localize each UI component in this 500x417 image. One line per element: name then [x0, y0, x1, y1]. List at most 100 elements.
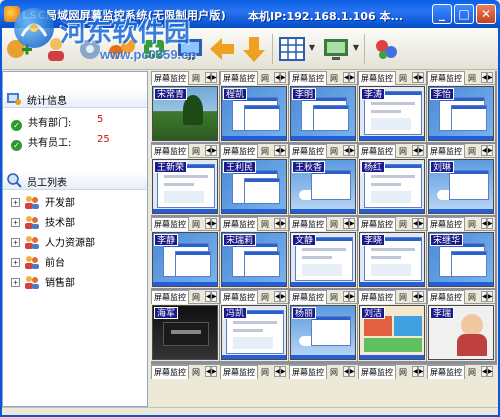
close-button[interactable]: ✕	[476, 4, 496, 24]
tab-screen-monitor[interactable]: 屏幕监控	[289, 365, 327, 379]
screen-thumbnail[interactable]: 程凯	[221, 86, 287, 141]
tab-screen-monitor[interactable]: 屏幕监控	[151, 290, 189, 304]
tree-item-dept[interactable]: + 销售部	[11, 274, 75, 292]
monitor-cell[interactable]: 屏幕监控网 ◀▶ 王利民	[220, 144, 288, 215]
screen-thumbnail[interactable]: 王秋香	[290, 159, 356, 214]
tab-network[interactable]: 网	[468, 366, 476, 379]
tab-screen-monitor[interactable]: 屏幕监控	[289, 290, 327, 304]
tab-scroll-arrows[interactable]: ◀▶	[412, 218, 426, 230]
tab-network[interactable]: 网	[399, 366, 407, 379]
monitor-cell[interactable]: 屏幕监控网 ◀▶ 李晓	[358, 217, 426, 288]
screen-thumbnail[interactable]: 宋瑞莉	[221, 232, 287, 287]
grid-layout-icon[interactable]	[276, 34, 308, 64]
monitor-cell[interactable]: 屏幕监控网 ◀▶ 李涛	[358, 71, 426, 142]
monitor-cell[interactable]: 屏幕监控网 ◀▶ 文静	[289, 217, 357, 288]
expand-icon[interactable]: +	[11, 258, 20, 267]
tab-screen-monitor[interactable]: 屏幕监控	[220, 71, 258, 85]
tab-screen-monitor[interactable]: 屏幕监控	[427, 217, 465, 231]
tab-scroll-arrows[interactable]: ◀▶	[343, 72, 357, 84]
screen-thumbnail[interactable]: 宋继华	[428, 232, 494, 287]
tab-network[interactable]: 网	[192, 145, 200, 158]
tab-scroll-arrows[interactable]: ◀▶	[412, 291, 426, 303]
screen-thumbnail[interactable]: 李明	[290, 86, 356, 141]
tab-screen-monitor[interactable]: 屏幕监控	[151, 71, 189, 85]
screen-thumbnail[interactable]: 宋常青	[152, 86, 218, 141]
tab-network[interactable]: 网	[192, 291, 200, 304]
tools-icon[interactable]	[370, 34, 402, 64]
monitor-cell[interactable]: 屏幕监控网 ◀▶ 杨红	[358, 144, 426, 215]
monitor-cell[interactable]: 屏幕监控网 ◀▶ 李怡	[427, 71, 495, 142]
tab-screen-monitor[interactable]: 屏幕监控	[220, 290, 258, 304]
tab-screen-monitor[interactable]: 屏幕监控	[427, 365, 465, 379]
tab-network[interactable]: 网	[261, 145, 269, 158]
tab-network[interactable]: 网	[192, 72, 200, 85]
tab-screen-monitor[interactable]: 屏幕监控	[151, 144, 189, 158]
display-icon[interactable]	[320, 34, 352, 64]
tab-network[interactable]: 网	[261, 72, 269, 85]
tab-network[interactable]: 网	[468, 218, 476, 231]
left-arrow-icon[interactable]	[206, 34, 238, 64]
tab-scroll-arrows[interactable]: ◀▶	[343, 218, 357, 230]
down-arrow-icon[interactable]	[238, 34, 270, 64]
tab-scroll-arrows[interactable]: ◀▶	[205, 72, 219, 84]
tab-scroll-arrows[interactable]: ◀▶	[412, 72, 426, 84]
tab-scroll-arrows[interactable]: ◀▶	[481, 72, 495, 84]
screen-thumbnail[interactable]: 杨红	[359, 159, 425, 214]
tab-screen-monitor[interactable]: 屏幕监控	[358, 290, 396, 304]
screen-thumbnail[interactable]: 李怡	[428, 86, 494, 141]
screen-thumbnail[interactable]: 李静	[152, 232, 218, 287]
tab-screen-monitor[interactable]: 屏幕监控	[220, 217, 258, 231]
screen-thumbnail[interactable]: 冯凯	[221, 305, 287, 360]
monitor-cell[interactable]: 屏幕监控网 ◀▶ 程凯	[220, 71, 288, 142]
tab-network[interactable]: 网	[192, 218, 200, 231]
tree-item-dept[interactable]: + 开发部	[11, 194, 75, 212]
tab-scroll-arrows[interactable]: ◀▶	[481, 145, 495, 157]
tab-screen-monitor[interactable]: 屏幕监控	[358, 144, 396, 158]
monitor-cell[interactable]: 屏幕监控网 ◀▶ 宋常青	[151, 71, 219, 142]
tab-scroll-arrows[interactable]: ◀▶	[481, 291, 495, 303]
tab-scroll-arrows[interactable]: ◀▶	[205, 366, 219, 378]
screen-thumbnail[interactable]: 王利民	[221, 159, 287, 214]
tab-screen-monitor[interactable]: 屏幕监控	[220, 144, 258, 158]
tab-network[interactable]: 网	[399, 72, 407, 85]
monitor-cell[interactable]: 屏幕监控网 ◀▶ 宋继华	[427, 217, 495, 288]
tab-screen-monitor[interactable]: 屏幕监控	[358, 365, 396, 379]
screen-thumbnail[interactable]: 文静	[290, 232, 356, 287]
monitor-cell[interactable]: 屏幕监控网 ◀▶ 李瑞	[427, 290, 495, 361]
tab-scroll-arrows[interactable]: ◀▶	[481, 366, 495, 378]
expand-icon[interactable]: +	[11, 218, 20, 227]
screen-thumbnail[interactable]: 李晓	[359, 232, 425, 287]
tab-network[interactable]: 网	[399, 145, 407, 158]
tab-screen-monitor[interactable]: 屏幕监控	[151, 217, 189, 231]
tab-scroll-arrows[interactable]: ◀▶	[274, 218, 288, 230]
tab-scroll-arrows[interactable]: ◀▶	[343, 291, 357, 303]
tab-network[interactable]: 网	[468, 291, 476, 304]
screen-thumbnail[interactable]: 李涛	[359, 86, 425, 141]
tree-item-dept[interactable]: + 前台	[11, 254, 65, 272]
tab-network[interactable]: 网	[261, 366, 269, 379]
tab-network[interactable]: 网	[399, 291, 407, 304]
expand-icon[interactable]: +	[11, 278, 20, 287]
tab-scroll-arrows[interactable]: ◀▶	[274, 145, 288, 157]
minimize-button[interactable]: _	[432, 4, 452, 24]
tab-network[interactable]: 网	[399, 218, 407, 231]
expand-icon[interactable]: +	[11, 198, 20, 207]
tab-scroll-arrows[interactable]: ◀▶	[274, 291, 288, 303]
monitor-cell[interactable]: 屏幕监控网 ◀▶ 冯凯	[220, 290, 288, 361]
tab-network[interactable]: 网	[261, 218, 269, 231]
tab-screen-monitor[interactable]: 屏幕监控	[427, 71, 465, 85]
tab-screen-monitor[interactable]: 屏幕监控	[289, 71, 327, 85]
tab-network[interactable]: 网	[468, 72, 476, 85]
tab-scroll-arrows[interactable]: ◀▶	[205, 218, 219, 230]
tab-scroll-arrows[interactable]: ◀▶	[205, 291, 219, 303]
tree-item-dept[interactable]: + 人力资源部	[11, 234, 95, 252]
tab-network[interactable]: 网	[330, 145, 338, 158]
tab-screen-monitor[interactable]: 屏幕监控	[289, 217, 327, 231]
tab-scroll-arrows[interactable]: ◀▶	[274, 366, 288, 378]
tab-network[interactable]: 网	[330, 366, 338, 379]
tab-screen-monitor[interactable]: 屏幕监控	[358, 71, 396, 85]
tab-screen-monitor[interactable]: 屏幕监控	[151, 365, 189, 379]
tab-scroll-arrows[interactable]: ◀▶	[412, 366, 426, 378]
monitor-cell[interactable]: 屏幕监控网 ◀▶ 刘琳	[427, 144, 495, 215]
tab-screen-monitor[interactable]: 屏幕监控	[289, 144, 327, 158]
